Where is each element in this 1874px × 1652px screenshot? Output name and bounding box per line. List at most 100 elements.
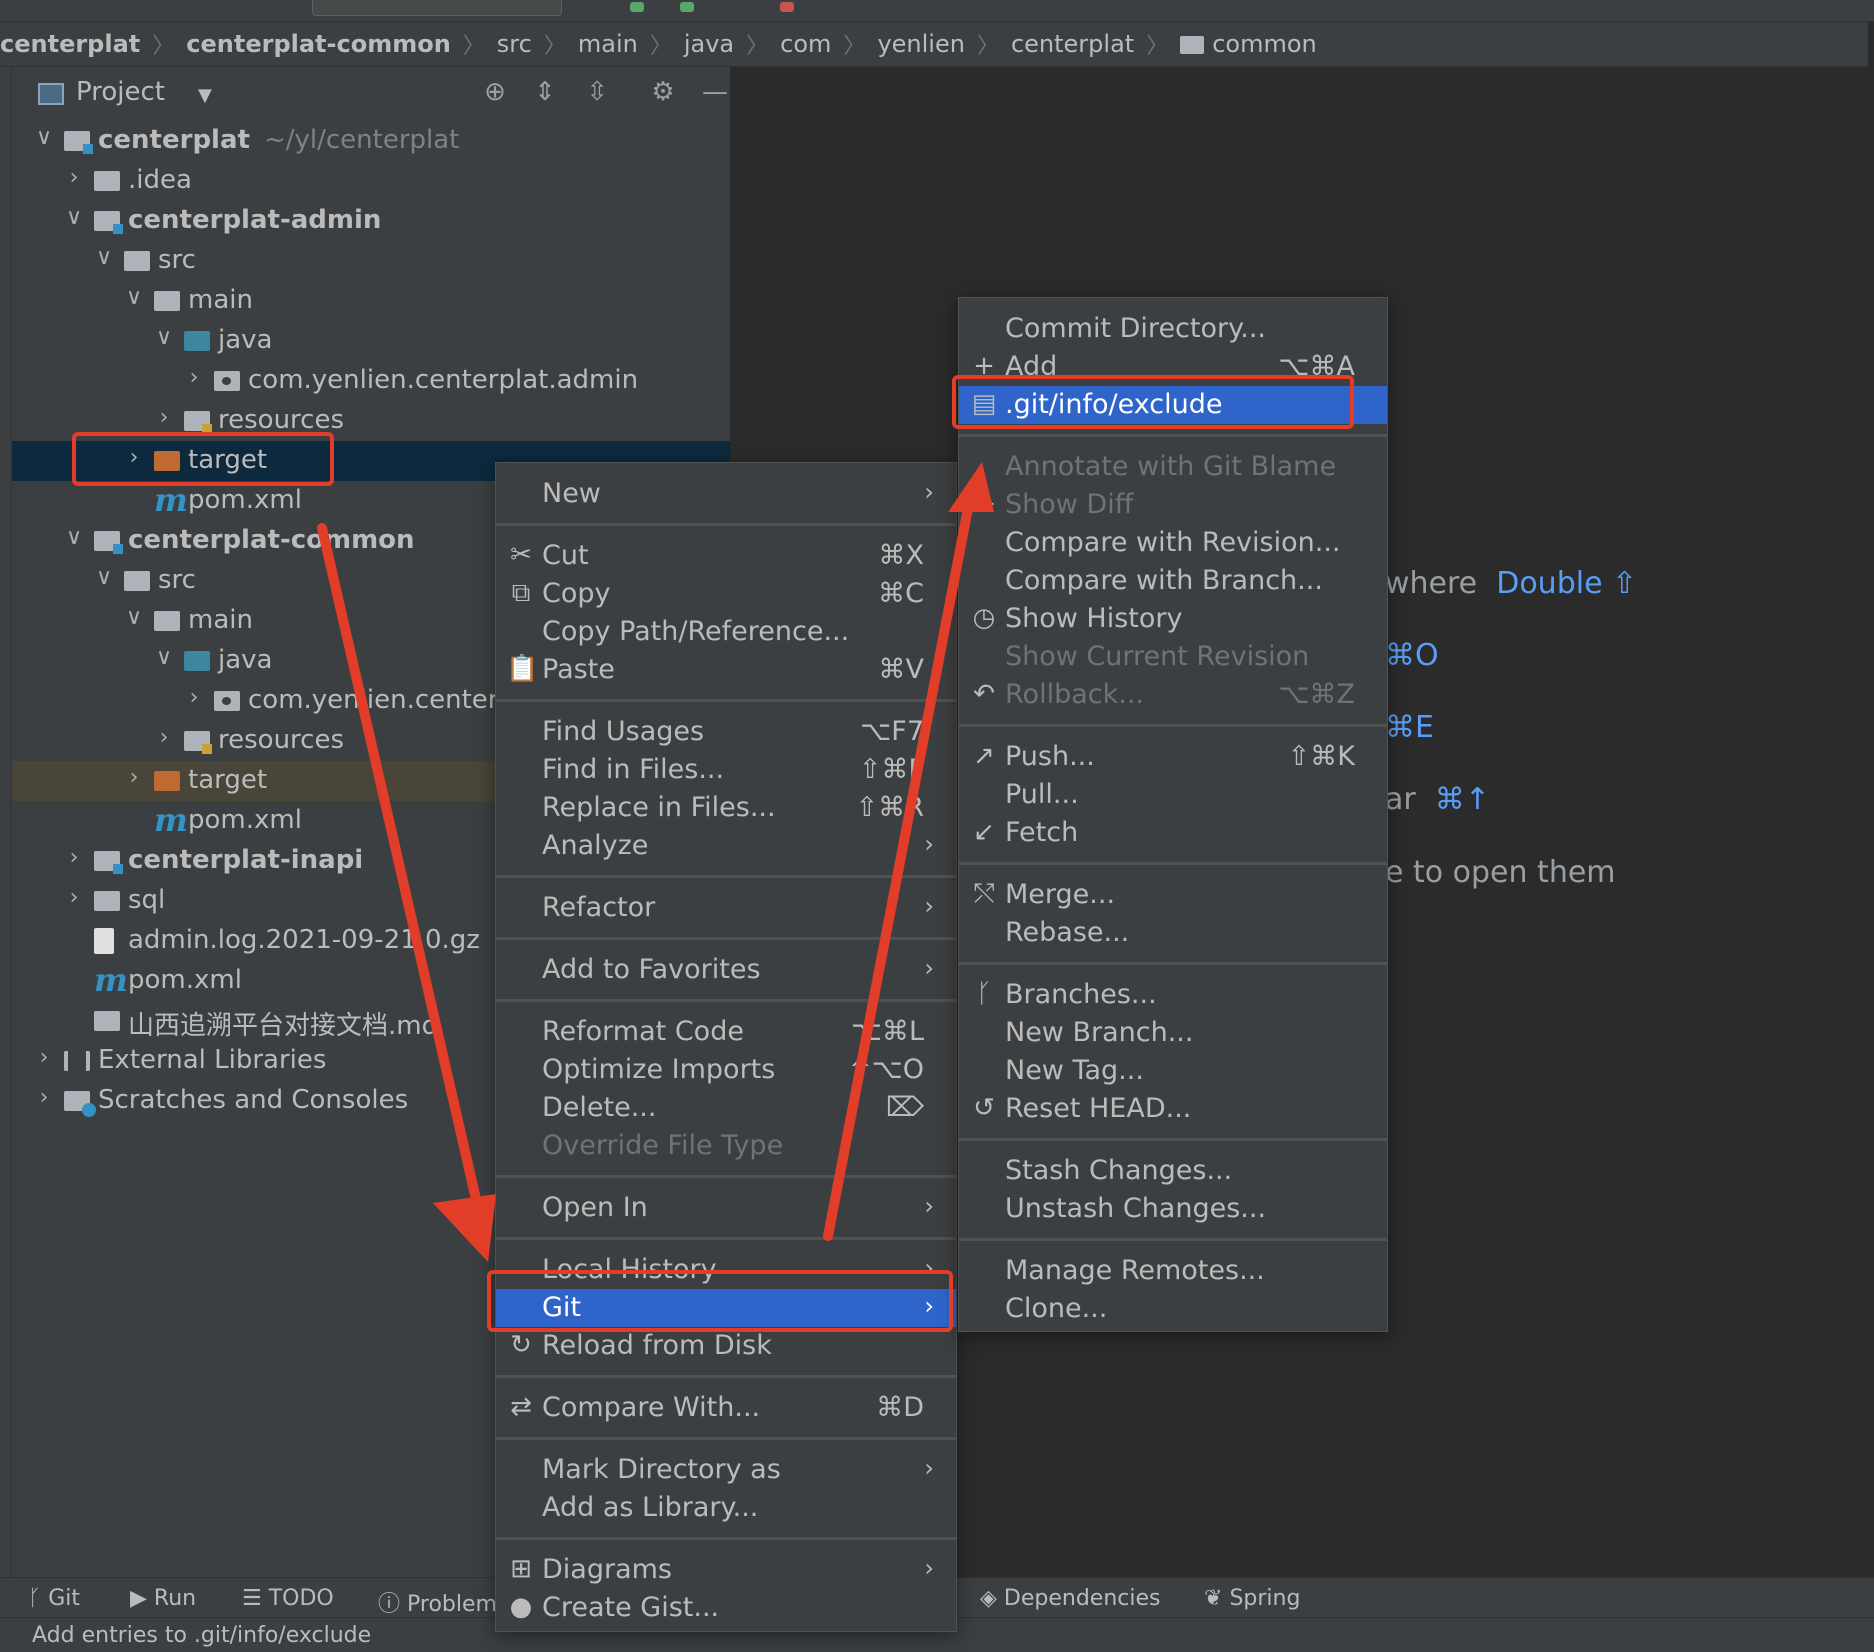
chevron-right-icon[interactable]: ›	[184, 685, 204, 710]
menu-item-label: Show Diff	[1005, 489, 1134, 520]
chevron-down-icon[interactable]: ∨	[64, 525, 84, 550]
breadcrumb-item[interactable]: src	[491, 30, 538, 58]
menu-item-copy-path-reference[interactable]: Copy Path/Reference...	[496, 613, 956, 651]
menu-item-open-in[interactable]: Open In ›	[496, 1189, 956, 1227]
tool-window-tab-todo[interactable]: ☰ TODO	[242, 1586, 334, 1611]
menu-item-new-branch[interactable]: New Branch...	[959, 1014, 1387, 1052]
tree-node[interactable]: ∨ src	[12, 241, 730, 281]
menu-item-add-as-library[interactable]: Add as Library...	[496, 1489, 956, 1527]
menu-item-copy[interactable]: ⧉ Copy ⌘C	[496, 575, 956, 613]
tree-node[interactable]: ∨ centerplat ~/yl/centerplat	[12, 121, 730, 161]
menu-item-analyze[interactable]: Analyze ›	[496, 827, 956, 865]
source-folder-icon	[184, 331, 210, 351]
menu-item-find-in-files[interactable]: Find in Files... ⇧⌘F	[496, 751, 956, 789]
menu-item-new-tag[interactable]: New Tag...	[959, 1052, 1387, 1090]
menu-item-reload-from-disk[interactable]: ↻ Reload from Disk	[496, 1327, 956, 1365]
tool-window-tab-dependencies[interactable]: ◈ Dependencies	[980, 1586, 1161, 1611]
tree-node[interactable]: › com.yenlien.centerplat.admin	[12, 361, 730, 401]
menu-item-replace-in-files[interactable]: Replace in Files... ⇧⌘R	[496, 789, 956, 827]
menu-item-fetch[interactable]: ↙ Fetch	[959, 814, 1387, 852]
chevron-right-icon[interactable]: ›	[34, 1045, 54, 1070]
breadcrumb-item[interactable]: centerplat	[0, 30, 146, 58]
tree-node-label: sql	[128, 885, 166, 915]
menu-item-paste[interactable]: 📋 Paste ⌘V	[496, 651, 956, 689]
expand-all-icon[interactable]: ⇕	[528, 77, 562, 107]
breadcrumb-item[interactable]: common	[1174, 30, 1323, 58]
locate-icon[interactable]: ⊕	[478, 77, 512, 107]
run-config-selector[interactable]	[312, 0, 562, 16]
chevron-right-icon[interactable]: ›	[34, 1085, 54, 1110]
project-view-selector[interactable]: Project	[76, 77, 165, 107]
chevron-down-icon[interactable]: ∨	[94, 245, 114, 270]
chevron-down-icon[interactable]: ∨	[124, 285, 144, 310]
collapse-all-icon[interactable]: ⇳	[580, 77, 614, 107]
menu-item-push[interactable]: ↗ Push... ⇧⌘K	[959, 738, 1387, 776]
reload-icon: ↻	[510, 1330, 532, 1360]
menu-item-add-to-favorites[interactable]: Add to Favorites ›	[496, 951, 956, 989]
tool-window-tab-git[interactable]: ᚴ Git	[28, 1586, 80, 1611]
menu-item-create-gist[interactable]: ● Create Gist...	[496, 1589, 956, 1627]
chevron-right-icon[interactable]: ›	[64, 845, 84, 870]
chevron-right-icon[interactable]: ›	[64, 165, 84, 190]
chevron-right-icon[interactable]: ›	[154, 405, 174, 430]
menu-item-label: Copy	[542, 578, 611, 609]
chevron-down-icon[interactable]: ∨	[94, 565, 114, 590]
menu-item-stash-changes[interactable]: Stash Changes...	[959, 1152, 1387, 1190]
menu-item-rebase[interactable]: Rebase...	[959, 914, 1387, 952]
breadcrumb-item[interactable]: centerplat-common	[180, 30, 457, 58]
menu-item-manage-remotes[interactable]: Manage Remotes...	[959, 1252, 1387, 1290]
menu-item-compare-with[interactable]: ⇄ Compare With... ⌘D	[496, 1389, 956, 1427]
stop-icon[interactable]	[780, 2, 794, 12]
menu-item-find-usages[interactable]: Find Usages ⌥F7	[496, 713, 956, 751]
menu-item-mark-directory-as[interactable]: Mark Directory as ›	[496, 1451, 956, 1489]
tool-window-tab-run[interactable]: ▶ Run	[130, 1586, 196, 1611]
menu-item-label: Optimize Imports	[542, 1054, 776, 1085]
menu-item-new[interactable]: New ›	[496, 475, 956, 513]
tool-window-tab-problems[interactable]: ⓘ Problems	[378, 1586, 508, 1618]
menu-item-reformat-code[interactable]: Reformat Code ⌥⌘L	[496, 1013, 956, 1051]
menu-item-diagrams[interactable]: ⊞ Diagrams ›	[496, 1551, 956, 1589]
chevron-down-icon[interactable]: ∨	[154, 325, 174, 350]
breadcrumb-item[interactable]: centerplat	[1005, 30, 1140, 58]
debug-icon[interactable]	[680, 2, 694, 12]
gear-icon[interactable]: ⚙	[646, 77, 680, 107]
chevron-right-icon[interactable]: ›	[124, 765, 144, 790]
menu-item-delete[interactable]: Delete... ⌦	[496, 1089, 956, 1127]
menu-item-show-history[interactable]: ◷ Show History	[959, 600, 1387, 638]
breadcrumb-item[interactable]: com	[774, 30, 837, 58]
tree-node[interactable]: ∨ main	[12, 281, 730, 321]
tree-node[interactable]: ∨ centerplat-admin	[12, 201, 730, 241]
chevron-down-icon[interactable]: ▼	[198, 85, 212, 106]
breadcrumb-item[interactable]: main	[572, 30, 644, 58]
menu-item-compare-with-branch[interactable]: Compare with Branch...	[959, 562, 1387, 600]
tree-node[interactable]: ∨ java	[12, 321, 730, 361]
menu-item-merge[interactable]: ⤲ Merge...	[959, 876, 1387, 914]
menu-item-refactor[interactable]: Refactor ›	[496, 889, 956, 927]
tool-window-tab-spring[interactable]: ❦ Spring	[1204, 1586, 1300, 1611]
tree-node[interactable]: › .idea	[12, 161, 730, 201]
menu-item-branches[interactable]: ᚴ Branches...	[959, 976, 1387, 1014]
menu-item-reset-head[interactable]: ↺ Reset HEAD...	[959, 1090, 1387, 1128]
diagram-icon: ⊞	[510, 1554, 532, 1584]
menu-item-label: Copy Path/Reference...	[542, 616, 850, 647]
chevron-down-icon[interactable]: ∨	[124, 605, 144, 630]
chevron-right-icon[interactable]: ›	[64, 885, 84, 910]
menu-item-optimize-imports[interactable]: Optimize Imports ^⌥O	[496, 1051, 956, 1089]
chevron-right-icon[interactable]: ›	[154, 725, 174, 750]
breadcrumb-item[interactable]: java	[678, 30, 740, 58]
run-icon[interactable]	[630, 2, 644, 12]
menu-item-cut[interactable]: ✂ Cut ⌘X	[496, 537, 956, 575]
chevron-right-icon[interactable]: ›	[184, 365, 204, 390]
breadcrumb-item[interactable]: yenlien	[871, 30, 971, 58]
chevron-down-icon[interactable]: ∨	[34, 125, 54, 150]
module-folder-icon	[64, 131, 93, 154]
menu-item-clone[interactable]: Clone...	[959, 1290, 1387, 1328]
menu-item-unstash-changes[interactable]: Unstash Changes...	[959, 1190, 1387, 1228]
menu-item-commit-directory[interactable]: Commit Directory...	[959, 310, 1387, 348]
hide-icon[interactable]: —	[698, 77, 732, 107]
menu-item-compare-with-revision[interactable]: Compare with Revision...	[959, 524, 1387, 562]
chevron-down-icon[interactable]: ∨	[154, 645, 174, 670]
menu-item-shortcut: ⌥⌘L	[850, 1016, 924, 1047]
menu-item-pull[interactable]: Pull...	[959, 776, 1387, 814]
chevron-down-icon[interactable]: ∨	[64, 205, 84, 230]
